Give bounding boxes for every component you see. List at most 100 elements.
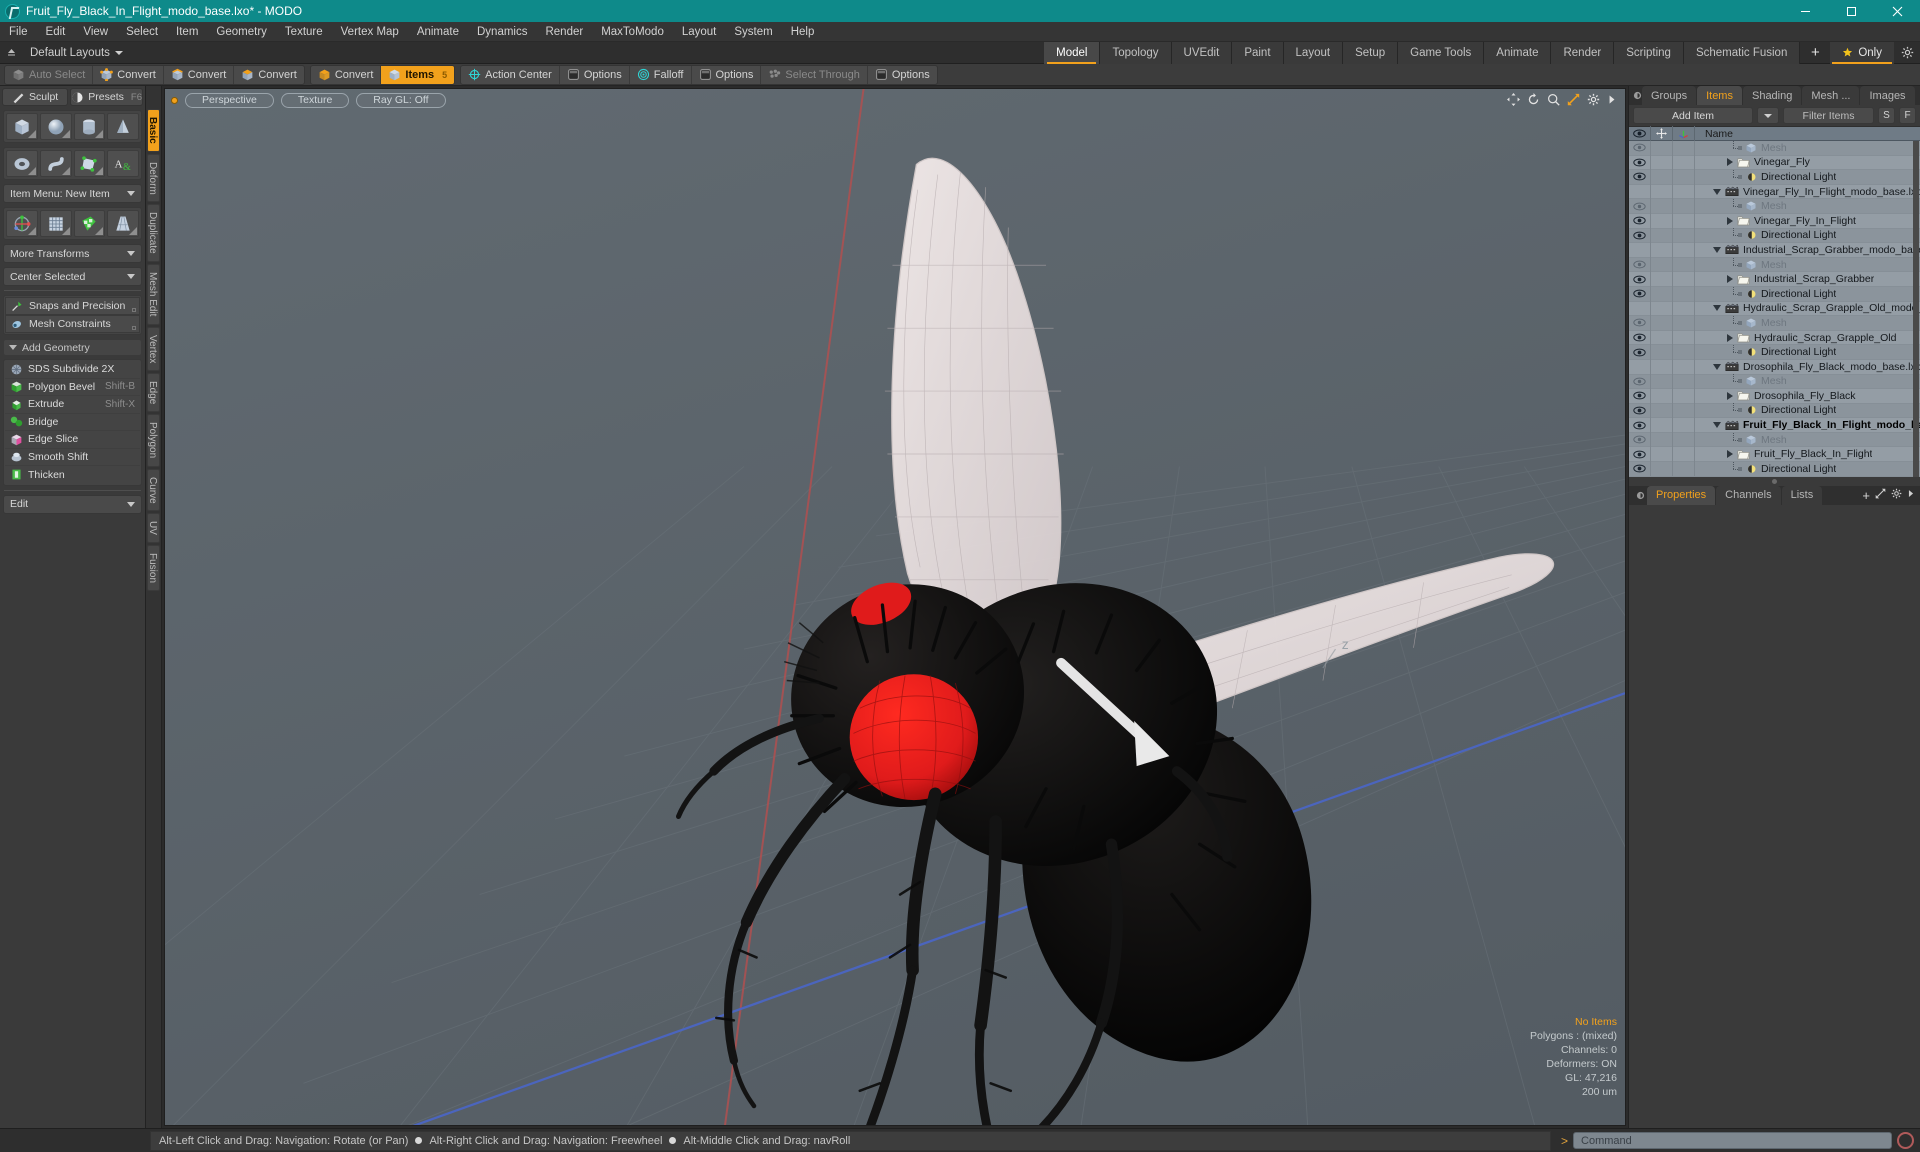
menu-item-edit[interactable]: Edit	[37, 22, 75, 42]
right-tab-shading[interactable]: Shading	[1742, 86, 1802, 105]
mode-button-falloff-2[interactable]: Falloff	[630, 65, 692, 84]
rotate-icon[interactable]	[1527, 93, 1540, 106]
add-item-button[interactable]: Add Item	[1633, 107, 1753, 124]
tool-extrude[interactable]: Extrude Shift-X	[5, 396, 140, 414]
items-tree-row[interactable]: Industrial_Scrap_Grabber	[1629, 271, 1920, 287]
row-lock-toggle[interactable]	[1651, 344, 1673, 360]
cone-icon[interactable]	[107, 113, 139, 140]
layout-tab-render[interactable]: Render	[1551, 41, 1615, 64]
vertical-tab-vertex[interactable]: Vertex	[147, 326, 160, 372]
close-icon[interactable]	[1874, 0, 1920, 22]
mode-button-options-5[interactable]: Options	[868, 66, 937, 84]
row-lock-toggle[interactable]	[1651, 374, 1673, 389]
expand-icon[interactable]	[1875, 486, 1886, 504]
menu-item-maxtomodo[interactable]: MaxToModo	[592, 22, 673, 42]
command-input[interactable]: Command	[1573, 1132, 1892, 1149]
mesh-constraints-button[interactable]: Mesh Constraints	[5, 315, 140, 333]
row-axis-toggle[interactable]	[1673, 403, 1695, 418]
row-visibility-toggle[interactable]	[1629, 286, 1651, 302]
minimize-icon[interactable]	[1782, 0, 1828, 22]
menu-item-texture[interactable]: Texture	[276, 22, 332, 42]
lattice-icon[interactable]	[39, 210, 72, 237]
fit-icon[interactable]	[1567, 93, 1580, 106]
chevron-right-icon[interactable]	[1607, 93, 1617, 106]
row-visibility-toggle[interactable]	[1629, 213, 1651, 229]
row-lock-toggle[interactable]	[1651, 155, 1673, 170]
row-lock-toggle[interactable]	[1651, 359, 1673, 374]
view-mode-dropdown[interactable]: Perspective	[185, 92, 274, 108]
vertical-tab-deform[interactable]: Deform	[147, 153, 160, 203]
tool-smooth-shift[interactable]: Smooth Shift	[5, 449, 140, 466]
add-geometry-accordion[interactable]: Add Geometry	[3, 339, 142, 356]
row-axis-toggle[interactable]	[1673, 461, 1695, 477]
mode-button-auto-select-0[interactable]: Auto Select	[5, 65, 94, 84]
menu-item-help[interactable]: Help	[782, 22, 824, 42]
snaps-and-precision-button[interactable]: Snaps and Precision	[5, 297, 140, 315]
row-lock-toggle[interactable]	[1651, 213, 1673, 229]
tube-icon[interactable]	[39, 150, 72, 177]
layout-tab-paint[interactable]: Paint	[1232, 41, 1284, 64]
row-lock-toggle[interactable]	[1651, 257, 1673, 272]
bottom-tab-lists[interactable]: Lists	[1781, 485, 1823, 505]
expander-expanded-icon[interactable]	[1713, 305, 1721, 312]
grip-icon[interactable]	[0, 42, 22, 64]
gear-icon[interactable]	[1587, 93, 1600, 106]
more-transforms-dropdown[interactable]: More Transforms	[3, 244, 142, 263]
vertical-tab-fusion[interactable]: Fusion	[147, 545, 160, 592]
gear-icon[interactable]	[1894, 42, 1920, 64]
menu-item-dynamics[interactable]: Dynamics	[468, 22, 536, 42]
row-axis-toggle[interactable]	[1673, 155, 1695, 170]
tool-thicken[interactable]: Thicken	[5, 466, 140, 484]
row-axis-toggle[interactable]	[1673, 141, 1695, 156]
items-tree-row[interactable]: Drosophila_Fly_Black_modo_base.lxo*	[1629, 359, 1920, 375]
edit-dropdown[interactable]: Edit	[3, 494, 142, 514]
row-lock-toggle[interactable]	[1651, 446, 1673, 462]
expander-expanded-icon[interactable]	[1713, 363, 1721, 370]
panel-splitter[interactable]	[1629, 476, 1920, 486]
row-axis-toggle[interactable]	[1673, 257, 1695, 272]
row-axis-toggle[interactable]	[1673, 388, 1695, 404]
only-toggle[interactable]: Only	[1830, 41, 1894, 64]
expander-collapsed-icon[interactable]	[1727, 216, 1733, 225]
row-lock-toggle[interactable]	[1651, 198, 1673, 214]
expander-expanded-icon[interactable]	[1713, 422, 1721, 429]
row-lock-toggle[interactable]	[1651, 403, 1673, 418]
vertical-tab-mesh-edit[interactable]: Mesh Edit	[147, 264, 160, 325]
presets-tab[interactable]: Presets F6	[70, 88, 143, 106]
expander-collapsed-icon[interactable]	[1727, 450, 1733, 459]
items-tree-row[interactable]: Directional Light	[1629, 286, 1920, 302]
row-visibility-toggle[interactable]	[1629, 344, 1651, 360]
items-tree-row[interactable]: Fruit_Fly_Black_In_Flight	[1629, 446, 1920, 463]
expander-expanded-icon[interactable]	[1713, 246, 1721, 253]
expander-collapsed-icon[interactable]	[1727, 275, 1733, 284]
right-tab-images[interactable]: Images	[1860, 86, 1915, 105]
menu-item-item[interactable]: Item	[167, 22, 207, 42]
vertical-tab-edge[interactable]: Edge	[147, 373, 160, 413]
right-tab-groups[interactable]: Groups	[1642, 86, 1697, 105]
row-axis-toggle[interactable]	[1673, 330, 1695, 345]
items-tree-row[interactable]: Mesh	[1629, 141, 1920, 156]
row-visibility-toggle[interactable]	[1629, 461, 1651, 477]
vertical-tab-basic[interactable]: Basic	[147, 109, 160, 152]
item-menu-dropdown[interactable]: Item Menu: New Item	[3, 184, 142, 203]
row-lock-toggle[interactable]	[1651, 184, 1673, 199]
vertical-tab-polygon[interactable]: Polygon	[147, 414, 160, 467]
row-axis-toggle[interactable]	[1673, 271, 1695, 287]
menu-item-view[interactable]: View	[74, 22, 117, 42]
row-lock-toggle[interactable]	[1651, 330, 1673, 345]
menu-item-animate[interactable]: Animate	[408, 22, 468, 42]
row-visibility-toggle[interactable]	[1629, 228, 1651, 243]
filter-s-button[interactable]: S	[1878, 107, 1895, 124]
add-layout-tab-button[interactable]: +	[1800, 44, 1831, 61]
items-tree-scrollbar[interactable]	[1913, 141, 1919, 477]
gear-icon[interactable]	[1891, 486, 1902, 504]
tool-bridge[interactable]: Bridge	[5, 414, 140, 431]
row-lock-toggle[interactable]	[1651, 432, 1673, 447]
row-axis-toggle[interactable]	[1673, 198, 1695, 214]
mode-button-select-through-4[interactable]: Select Through	[761, 65, 868, 84]
transform-gizmo-icon[interactable]	[6, 210, 38, 237]
filter-f-button[interactable]: F	[1899, 107, 1916, 124]
panel-menu-dot[interactable]	[1633, 86, 1642, 105]
layout-tab-setup[interactable]: Setup	[1343, 41, 1399, 64]
sculpt-tab[interactable]: Sculpt	[2, 88, 69, 106]
